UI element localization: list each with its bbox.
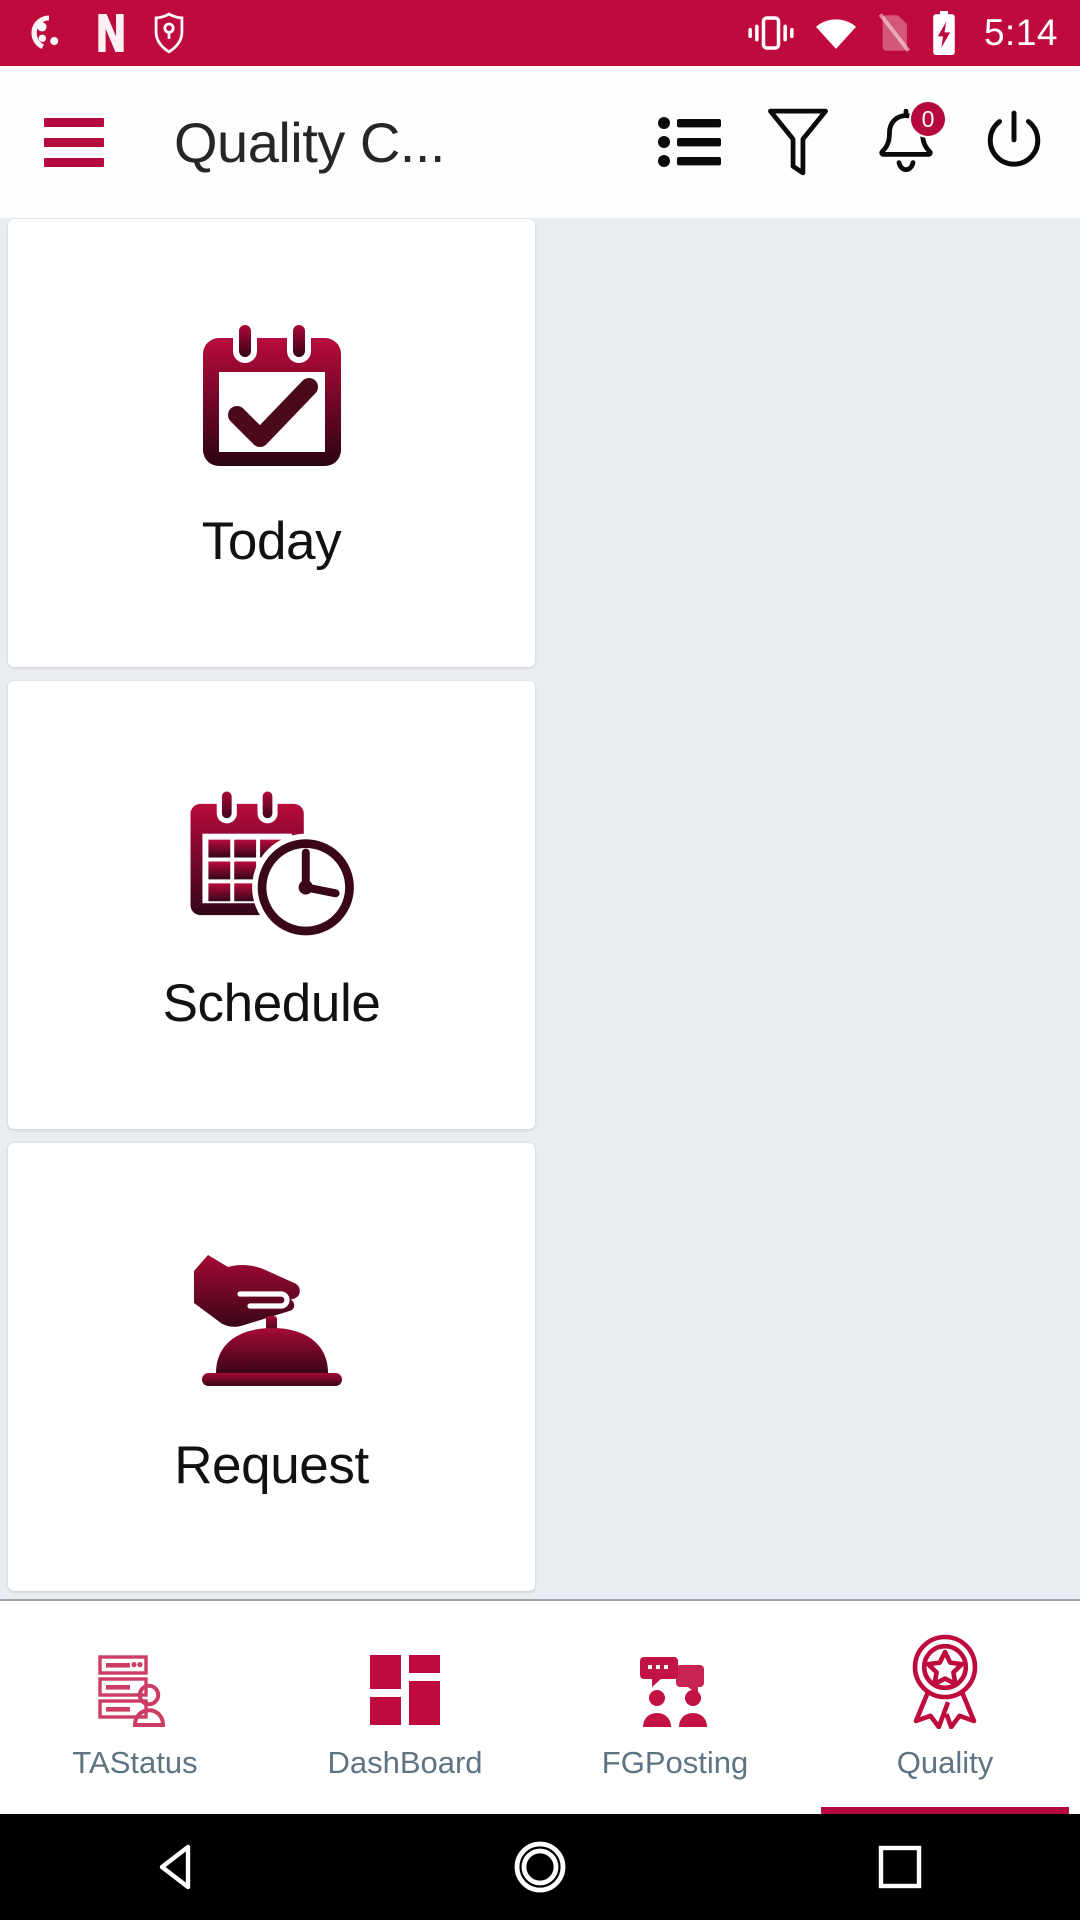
dashboard-grid-icon — [366, 1645, 444, 1729]
tab-dashboard[interactable]: DashBoard — [270, 1601, 540, 1814]
home-button[interactable] — [480, 1814, 600, 1920]
chat-people-icon — [636, 1645, 714, 1729]
hand-service-bell-icon — [186, 1239, 358, 1409]
filter-funnel-icon[interactable] — [766, 108, 830, 176]
netflix-n-icon — [98, 14, 124, 52]
status-bar-right-icons: 5:14 — [746, 11, 1058, 55]
server-user-icon — [96, 1645, 174, 1729]
status-bar-left-icons — [28, 12, 186, 54]
app-bar-actions: 0 — [658, 100, 1050, 176]
page-title: Quality C... — [174, 110, 445, 174]
card-label: Schedule — [162, 973, 381, 1033]
status-bar-clock: 5:14 — [983, 12, 1058, 53]
android-navigation-bar — [0, 1814, 1080, 1920]
no-sim-icon — [878, 13, 911, 52]
hamburger-menu-icon[interactable] — [44, 117, 104, 167]
tab-label: Quality — [896, 1744, 994, 1780]
notification-badge-count: 0 — [909, 100, 947, 138]
tab-label: FGPosting — [601, 1744, 749, 1780]
award-ribbon-icon — [899, 1634, 991, 1729]
app-bar: Quality C... 0 — [0, 66, 1080, 218]
tab-label: DashBoard — [327, 1744, 483, 1780]
card-request[interactable]: Request — [8, 1143, 535, 1591]
card-schedule[interactable]: Schedule — [8, 681, 535, 1129]
calendar-clock-icon — [186, 777, 358, 947]
vibrate-icon — [748, 16, 794, 50]
recents-button[interactable] — [840, 1814, 960, 1920]
power-icon[interactable] — [982, 110, 1046, 174]
battery-charging-icon — [933, 11, 955, 55]
list-view-icon[interactable] — [658, 110, 722, 174]
tab-active-indicator — [820, 1807, 1070, 1814]
tab-label: TAStatus — [72, 1744, 198, 1780]
card-label: Request — [174, 1435, 369, 1495]
bottom-tab-bar: TAStatus DashBoard FGPosting Quality — [0, 1599, 1080, 1814]
shield-badge-icon — [154, 12, 184, 54]
tab-tastatus[interactable]: TAStatus — [0, 1601, 270, 1814]
tab-quality[interactable]: Quality — [810, 1601, 1080, 1814]
notifications-bell-icon[interactable]: 0 — [874, 100, 947, 174]
status-bar: 5:14 — [0, 0, 1080, 66]
wifi-icon — [815, 19, 856, 49]
card-today[interactable]: Today — [8, 219, 535, 667]
app-logo-icon — [31, 15, 59, 49]
tab-fgposting[interactable]: FGPosting — [540, 1601, 810, 1814]
calendar-check-icon — [195, 315, 349, 485]
card-label: Today — [201, 511, 342, 571]
app-screen: 5:14 Quality C... 0 Today Schedule Reque… — [0, 0, 1080, 1920]
back-button[interactable] — [120, 1814, 240, 1920]
